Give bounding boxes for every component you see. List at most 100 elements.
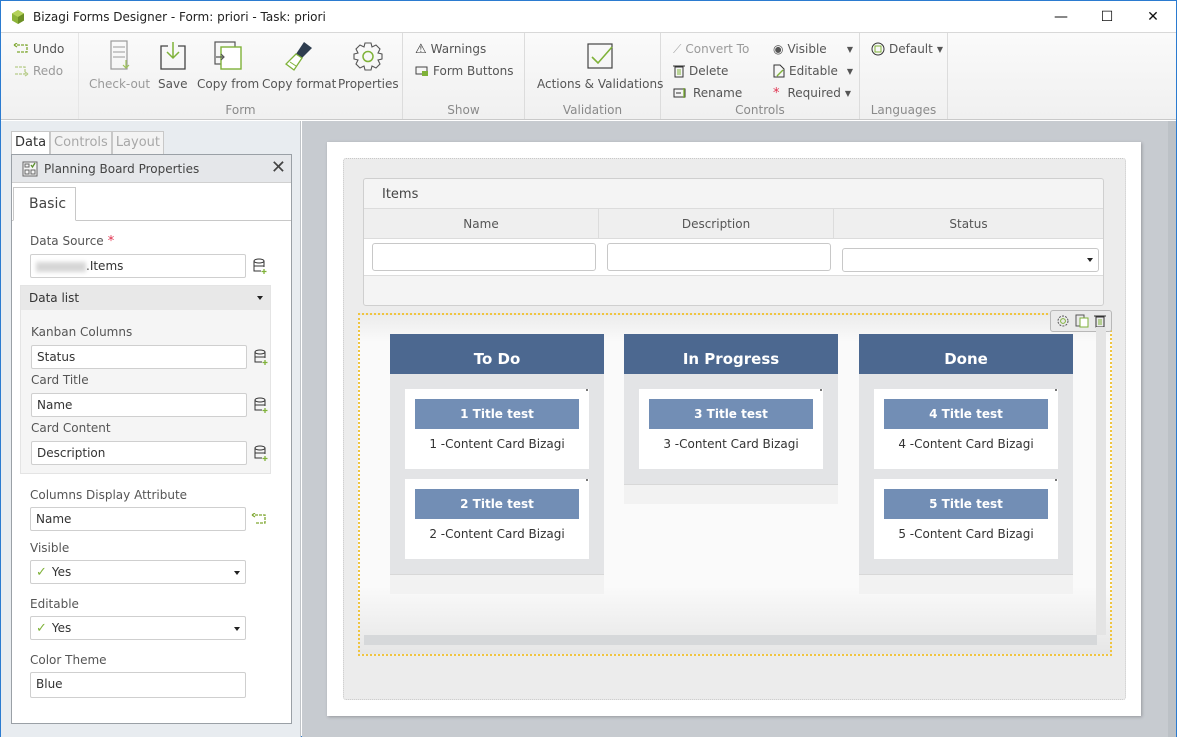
- undo-button[interactable]: Undo: [13, 38, 64, 60]
- tab-basic[interactable]: Basic: [13, 187, 76, 221]
- editable-dropdown[interactable]: Editable ▼: [773, 60, 853, 82]
- visible-select[interactable]: ✓ Yes: [30, 560, 246, 584]
- editable-select[interactable]: ✓ Yes: [30, 616, 246, 640]
- warning-icon: ⚠: [415, 41, 427, 57]
- card-title: 4 Title test: [884, 399, 1048, 429]
- convert-to-button[interactable]: ⟋ Convert To: [673, 38, 749, 60]
- card-title-label: Card Title: [31, 373, 89, 387]
- save-icon: [160, 42, 186, 70]
- grid-column-name[interactable]: Name: [364, 209, 599, 238]
- data-source-field[interactable]: .Items: [30, 254, 246, 278]
- card-content-field[interactable]: Description: [31, 441, 247, 465]
- visible-label: Visible: [30, 541, 70, 555]
- close-window-button[interactable]: ✕: [1130, 1, 1176, 32]
- board-horizontal-scrollbar[interactable]: [364, 635, 1097, 645]
- columns-display-label: Columns Display Attribute: [30, 488, 188, 502]
- database-add-icon[interactable]: [254, 397, 268, 413]
- card-content-label: Card Content: [31, 421, 111, 435]
- gear-icon: [353, 42, 383, 71]
- trash-icon[interactable]: [1094, 314, 1107, 328]
- planning-board-icon: [22, 161, 38, 176]
- database-add-icon[interactable]: [253, 258, 267, 274]
- board-vertical-scrollbar[interactable]: [1096, 327, 1106, 635]
- data-list-header[interactable]: Data list: [21, 286, 270, 310]
- maximize-button[interactable]: ☐: [1084, 1, 1130, 32]
- paintbrush-icon: [285, 42, 313, 71]
- required-marker: *: [107, 234, 115, 249]
- items-grid[interactable]: Items Name Description Status: [363, 178, 1104, 306]
- close-icon[interactable]: ✕: [271, 159, 286, 177]
- visible-dropdown[interactable]: ◉ Visible ▼: [773, 38, 853, 60]
- actions-validations-button[interactable]: Actions & Validations: [537, 39, 663, 91]
- delete-button[interactable]: Delete: [673, 60, 749, 82]
- copy-from-label: Copy from: [197, 77, 260, 91]
- properties-button[interactable]: Properties: [338, 39, 399, 91]
- editable-label: Editable: [789, 64, 838, 78]
- kanban-columns-label: Kanban Columns: [31, 325, 133, 339]
- kanban-card[interactable]: 4 Title test 4 -Content Card Bizagi: [874, 389, 1058, 469]
- required-dropdown[interactable]: * Required ▼: [773, 82, 853, 104]
- reset-arrow-icon[interactable]: [251, 513, 267, 525]
- copy-from-button[interactable]: Copy from: [197, 39, 259, 91]
- copy-icon[interactable]: [1075, 314, 1089, 328]
- asterisk-icon: *: [773, 85, 780, 101]
- gear-icon[interactable]: [1056, 314, 1070, 328]
- redo-icon: [15, 66, 29, 77]
- title-bar: Bizagi Forms Designer - Form: priori - T…: [1, 1, 1176, 32]
- form-container: Items Name Description Status To Do 1 Ti…: [343, 158, 1126, 700]
- copy-format-button[interactable]: Copy format: [262, 39, 336, 91]
- form-buttons-button[interactable]: Form Buttons: [415, 60, 514, 82]
- name-input[interactable]: [372, 243, 596, 271]
- kanban-card[interactable]: 1 Title test 1 -Content Card Bizagi: [405, 389, 589, 469]
- rename-button[interactable]: Rename: [673, 82, 749, 104]
- kanban-columns-field[interactable]: Status: [31, 345, 247, 369]
- planning-board[interactable]: To Do 1 Title test 1 -Content Card Bizag…: [358, 310, 1112, 656]
- database-add-icon[interactable]: [254, 349, 268, 365]
- description-input[interactable]: [607, 243, 831, 271]
- controls-group-label: Controls: [735, 103, 785, 117]
- chevron-down-icon: [1087, 258, 1093, 262]
- card-title-field[interactable]: Name: [31, 393, 247, 417]
- minimize-button[interactable]: —: [1038, 1, 1084, 32]
- kanban-card[interactable]: 2 Title test 2 -Content Card Bizagi: [405, 479, 589, 559]
- checkout-icon: [109, 40, 129, 70]
- data-list-section: Data list Kanban Columns Status Card Tit…: [20, 285, 271, 474]
- required-label: Required: [787, 86, 841, 100]
- status-select[interactable]: [842, 248, 1099, 272]
- database-add-icon[interactable]: [254, 445, 268, 461]
- kanban-column-in-progress: In Progress 3 Title test 3 -Content Card…: [624, 334, 838, 504]
- panel-tabs: Data Controls Layout: [11, 131, 165, 154]
- column-header: To Do: [390, 334, 604, 374]
- grid-column-description[interactable]: Description: [599, 209, 834, 238]
- tab-controls[interactable]: Controls: [50, 131, 112, 154]
- copy-from-icon: [214, 41, 242, 70]
- properties-panel: Planning Board Properties ✕ Basic Data S…: [11, 154, 292, 724]
- checkmark-icon: ✓: [36, 621, 47, 636]
- rename-icon: [673, 88, 686, 98]
- kanban-card[interactable]: 5 Title test 5 -Content Card Bizagi: [874, 479, 1058, 559]
- tab-data[interactable]: Data: [11, 131, 51, 154]
- grid-title: Items: [382, 187, 419, 202]
- warnings-button[interactable]: ⚠ Warnings: [415, 38, 514, 60]
- column-header: Done: [859, 334, 1073, 374]
- grid-column-status[interactable]: Status: [834, 209, 1103, 238]
- card-handle: [1055, 389, 1057, 391]
- save-button[interactable]: Save: [158, 39, 187, 91]
- card-handle: [820, 389, 822, 391]
- card-handle: [1055, 479, 1057, 481]
- ribbon: Undo Redo Check-out Save Copy from Copy …: [1, 32, 1176, 120]
- checkout-button[interactable]: Check-out: [89, 39, 150, 91]
- properties-title: Planning Board Properties: [44, 161, 200, 176]
- languages-group: Default ▼ Languages: [860, 33, 948, 119]
- vertical-scrollbar[interactable]: [1168, 121, 1176, 737]
- checkout-label: Check-out: [89, 77, 151, 91]
- columns-display-field[interactable]: Name: [30, 507, 246, 531]
- redo-button[interactable]: Redo: [13, 60, 64, 82]
- tab-layout[interactable]: Layout: [111, 131, 165, 154]
- kanban-card[interactable]: 3 Title test 3 -Content Card Bizagi: [639, 389, 823, 469]
- rename-label: Rename: [693, 86, 743, 100]
- chevron-down-icon: [234, 627, 240, 631]
- color-theme-field[interactable]: Blue: [30, 672, 246, 698]
- language-dropdown[interactable]: Default ▼: [871, 38, 943, 60]
- data-source-label: Data Source *: [30, 234, 114, 249]
